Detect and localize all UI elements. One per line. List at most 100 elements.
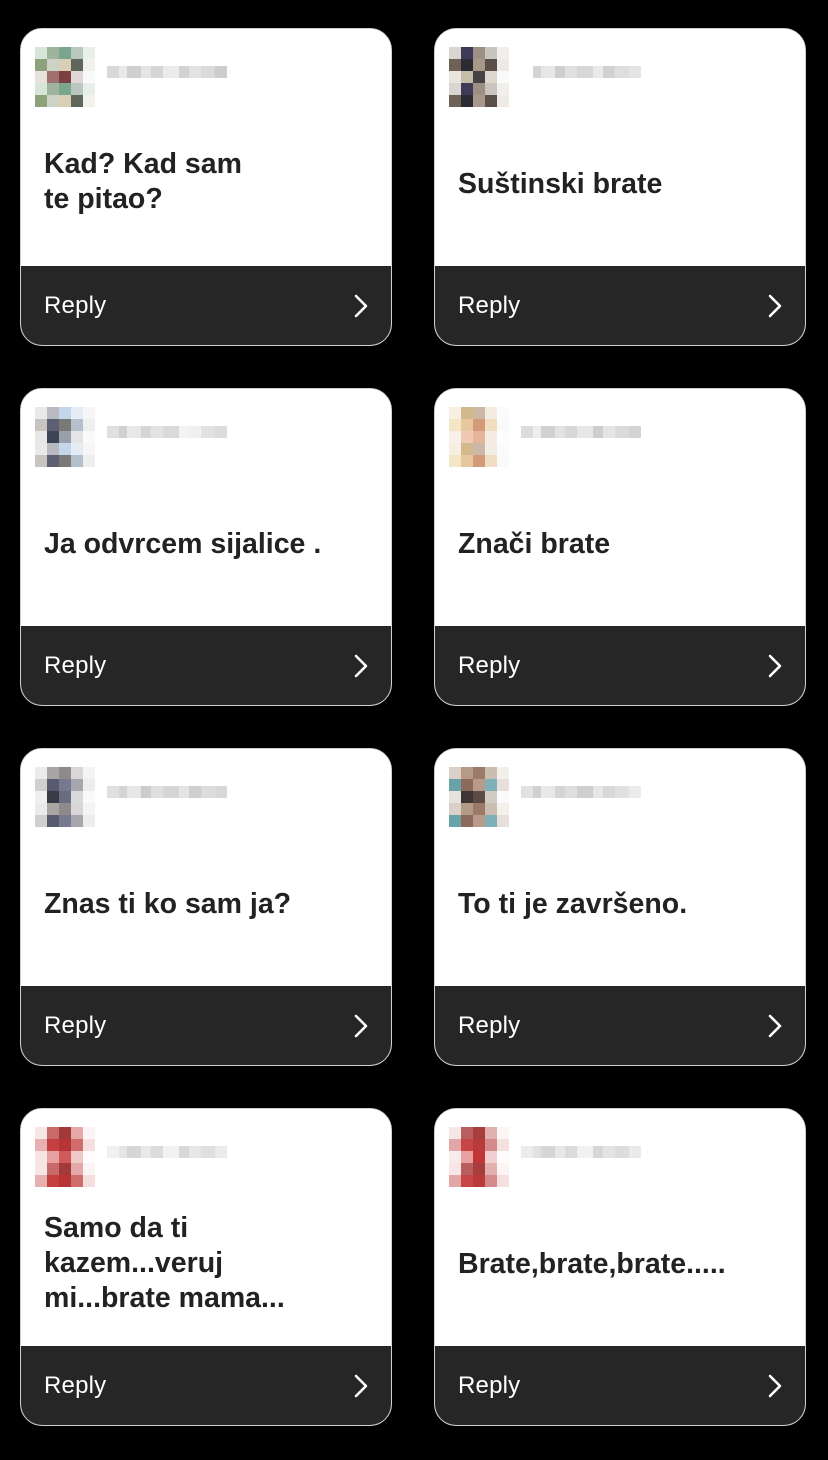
avatar-pixel [497, 59, 509, 71]
username-pixel [163, 66, 179, 78]
reply-button[interactable]: Reply [21, 1346, 391, 1425]
username-pixel [201, 1146, 215, 1158]
avatar-pixel [59, 95, 71, 107]
comment-card[interactable]: To ti je završeno. Reply [434, 748, 806, 1066]
reply-label: Reply [44, 1371, 107, 1399]
username-pixel [603, 786, 615, 798]
reply-button[interactable]: Reply [435, 266, 805, 345]
avatar-pixel [473, 1139, 485, 1151]
avatar-pixel [485, 1139, 497, 1151]
avatar-pixel [461, 791, 473, 803]
avatar-pixel [461, 1127, 473, 1139]
avatar-pixel [473, 779, 485, 791]
card-body: Brate,brate,brate..... [435, 1109, 805, 1347]
avatar-pixel [449, 455, 461, 467]
username-pixel [215, 786, 227, 798]
avatar-pixel [71, 803, 83, 815]
avatar-pixel [485, 767, 497, 779]
avatar[interactable] [35, 1127, 95, 1187]
username-pixel [577, 786, 593, 798]
avatar-pixel [71, 767, 83, 779]
username-pixel [521, 1146, 533, 1158]
chevron-right-icon [767, 293, 783, 319]
avatar-pixel [35, 443, 47, 455]
avatar-pixel [71, 419, 83, 431]
avatar-pixel [71, 407, 83, 419]
username-pixel [119, 1146, 127, 1158]
avatar-pixel [83, 431, 95, 443]
avatar-pixel [83, 47, 95, 59]
username-blurred[interactable] [521, 60, 641, 84]
username-pixel [163, 786, 179, 798]
avatar[interactable] [35, 407, 95, 467]
username-blurred[interactable] [107, 420, 227, 444]
avatar-pixel [71, 1151, 83, 1163]
avatar-pixel [497, 443, 509, 455]
avatar[interactable] [449, 767, 509, 827]
username-pixel [201, 786, 215, 798]
avatar-pixel [71, 443, 83, 455]
reply-button[interactable]: Reply [435, 986, 805, 1065]
comment-card[interactable]: Brate,brate,brate..... Reply [434, 1108, 806, 1426]
avatar-pixel [449, 1127, 461, 1139]
username-pixel [629, 1146, 641, 1158]
chevron-right-icon [767, 653, 783, 679]
reply-button[interactable]: Reply [21, 986, 391, 1065]
avatar-pixel [497, 1127, 509, 1139]
avatar-pixel [71, 431, 83, 443]
avatar[interactable] [449, 1127, 509, 1187]
username-pixel [119, 66, 127, 78]
reply-button[interactable]: Reply [21, 266, 391, 345]
avatar-pixel [83, 803, 95, 815]
avatar[interactable] [449, 47, 509, 107]
avatar-pixel [83, 791, 95, 803]
avatar-pixel [59, 1163, 71, 1175]
avatar-pixel [71, 47, 83, 59]
username-blurred[interactable] [107, 780, 227, 804]
username-blurred[interactable] [521, 780, 641, 804]
comment-card[interactable]: Suštinski brate Reply [434, 28, 806, 346]
avatar-pixel [485, 779, 497, 791]
avatar-pixel [71, 1127, 83, 1139]
reply-button[interactable]: Reply [435, 1346, 805, 1425]
avatar-pixel [71, 95, 83, 107]
avatar-pixel [497, 83, 509, 95]
chevron-right-icon [353, 653, 369, 679]
username-pixel [141, 66, 151, 78]
comment-card[interactable]: Kad? Kad sam te pitao? Reply [20, 28, 392, 346]
avatar-pixel [497, 71, 509, 83]
username-pixel [521, 66, 533, 78]
username-pixel [603, 1146, 615, 1158]
comment-card[interactable]: Ja odvrcem sijalice . Reply [20, 388, 392, 706]
avatar-pixel [497, 419, 509, 431]
comment-card[interactable]: Samo da ti kazem...veruj mi...brate mama… [20, 1108, 392, 1426]
avatar-pixel [59, 779, 71, 791]
avatar-pixel [473, 83, 485, 95]
reply-button[interactable]: Reply [21, 626, 391, 705]
avatar-pixel [461, 83, 473, 95]
avatar[interactable] [449, 407, 509, 467]
username-blurred[interactable] [107, 1140, 227, 1164]
username-blurred[interactable] [107, 60, 227, 84]
avatar-pixel [473, 47, 485, 59]
avatar-pixel [71, 791, 83, 803]
username-blurred[interactable] [521, 420, 641, 444]
avatar-pixel [35, 1175, 47, 1187]
avatar[interactable] [35, 767, 95, 827]
avatar-pixel [473, 419, 485, 431]
username-pixel [127, 1146, 141, 1158]
avatar-pixel [449, 803, 461, 815]
avatar-pixel [83, 1139, 95, 1151]
username-pixel [179, 66, 189, 78]
avatar-pixel [83, 767, 95, 779]
reply-button[interactable]: Reply [435, 626, 805, 705]
comment-text: Kad? Kad sam te pitao? [44, 148, 242, 215]
avatar-pixel [497, 1163, 509, 1175]
avatar[interactable] [35, 47, 95, 107]
comment-card[interactable]: Znas ti ko sam ja? Reply [20, 748, 392, 1066]
avatar-pixel [71, 455, 83, 467]
avatar-pixel [47, 407, 59, 419]
chevron-right-icon [353, 1013, 369, 1039]
comment-card[interactable]: Znači brate Reply [434, 388, 806, 706]
username-blurred[interactable] [521, 1140, 641, 1164]
